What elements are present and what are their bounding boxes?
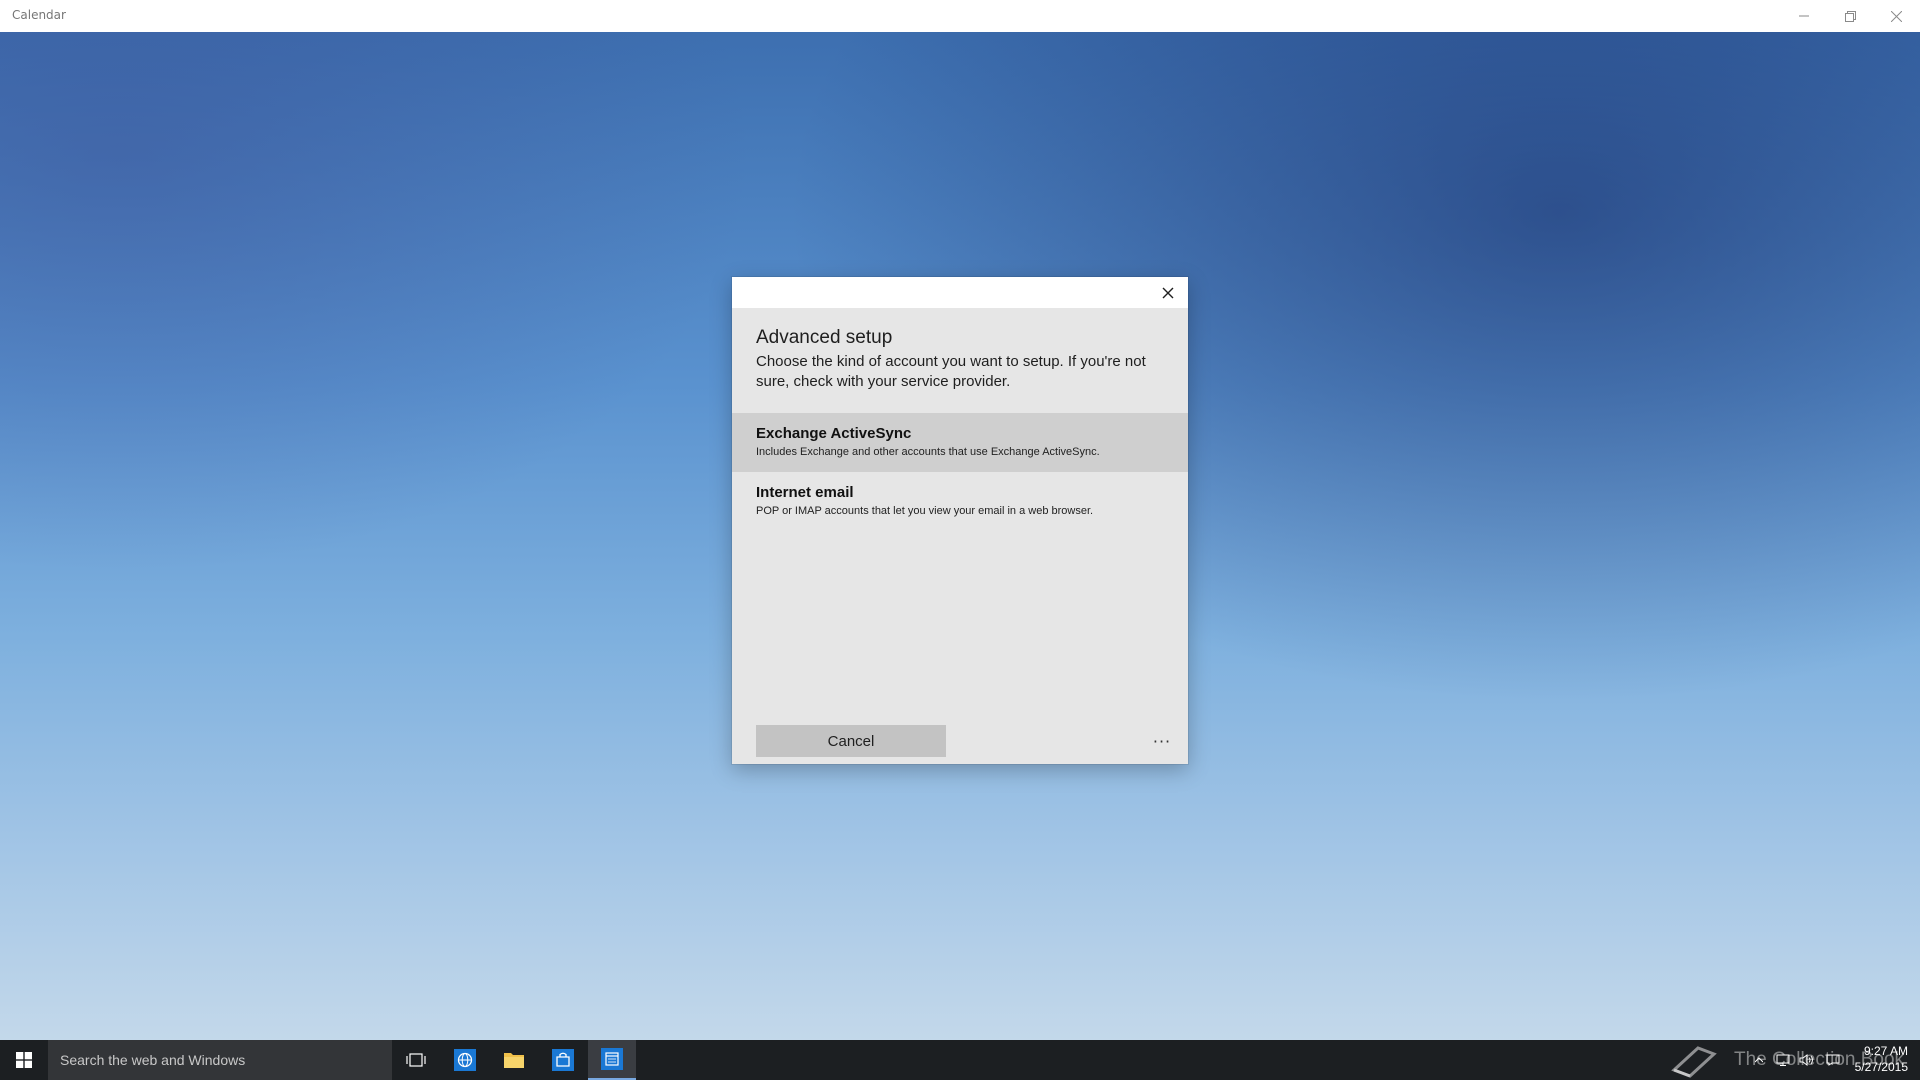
show-hidden-icons-button[interactable] [1748,1040,1770,1080]
option-title: Internet email [756,484,854,501]
taskbar-clock[interactable]: 9:27 AM 5/27/2015 [1855,1043,1908,1075]
minimize-button[interactable] [1781,0,1827,32]
restore-button[interactable] [1827,0,1873,32]
option-exchange-activesync[interactable]: Exchange ActiveSync Includes Exchange an… [732,413,1188,472]
volume-icon [1799,1054,1813,1066]
clock-time: 9:27 AM [1863,1044,1908,1058]
option-internet-email[interactable]: Internet email POP or IMAP accounts that… [732,472,1188,531]
taskbar-app-store[interactable] [539,1040,587,1080]
advanced-setup-dialog: Advanced setup Choose the kind of accoun… [732,277,1188,764]
file-explorer-icon [504,1053,524,1068]
close-icon [1890,10,1902,22]
taskbar-app-calendar[interactable] [588,1040,636,1080]
taskbar: Search the web and Windows The Collectio… [0,1040,1920,1080]
store-icon [552,1049,574,1071]
dialog-header [732,277,1188,308]
taskbar-search-box[interactable]: Search the web and Windows [48,1040,392,1080]
book-icon [1671,1046,1717,1078]
search-placeholder: Search the web and Windows [60,1052,246,1068]
restore-icon [1844,10,1856,22]
more-options-button[interactable]: ··· [1150,729,1174,753]
option-description: POP or IMAP accounts that let you view y… [756,505,1094,517]
minimize-icon [1799,15,1809,17]
calendar-icon [601,1048,623,1070]
close-window-button[interactable] [1873,0,1919,32]
volume-tray-button[interactable] [1796,1040,1818,1080]
option-description: Includes Exchange and other accounts tha… [756,446,1100,458]
dialog-close-button[interactable] [1156,281,1180,305]
clock-date: 5/27/2015 [1854,1060,1908,1074]
network-icon [1776,1054,1790,1066]
taskbar-app-browser[interactable] [441,1040,489,1080]
app-title: Calendar [12,8,66,22]
windows-logo-icon [16,1052,32,1068]
network-tray-button[interactable] [1772,1040,1794,1080]
task-view-button[interactable] [392,1040,440,1080]
close-icon [1162,287,1174,299]
notification-icon [1826,1054,1840,1066]
dialog-title: Advanced setup [756,327,893,348]
task-view-icon [406,1053,426,1067]
dialog-description: Choose the kind of account you want to s… [756,353,1146,390]
taskbar-app-file-explorer[interactable] [490,1040,538,1080]
option-title: Exchange ActiveSync [756,425,912,442]
app-title-bar: Calendar [0,0,1920,32]
cancel-button[interactable]: Cancel [756,725,946,757]
action-center-button[interactable] [1822,1040,1844,1080]
chevron-up-icon [1755,1057,1763,1063]
browser-icon [454,1049,476,1071]
start-button[interactable] [0,1040,48,1080]
